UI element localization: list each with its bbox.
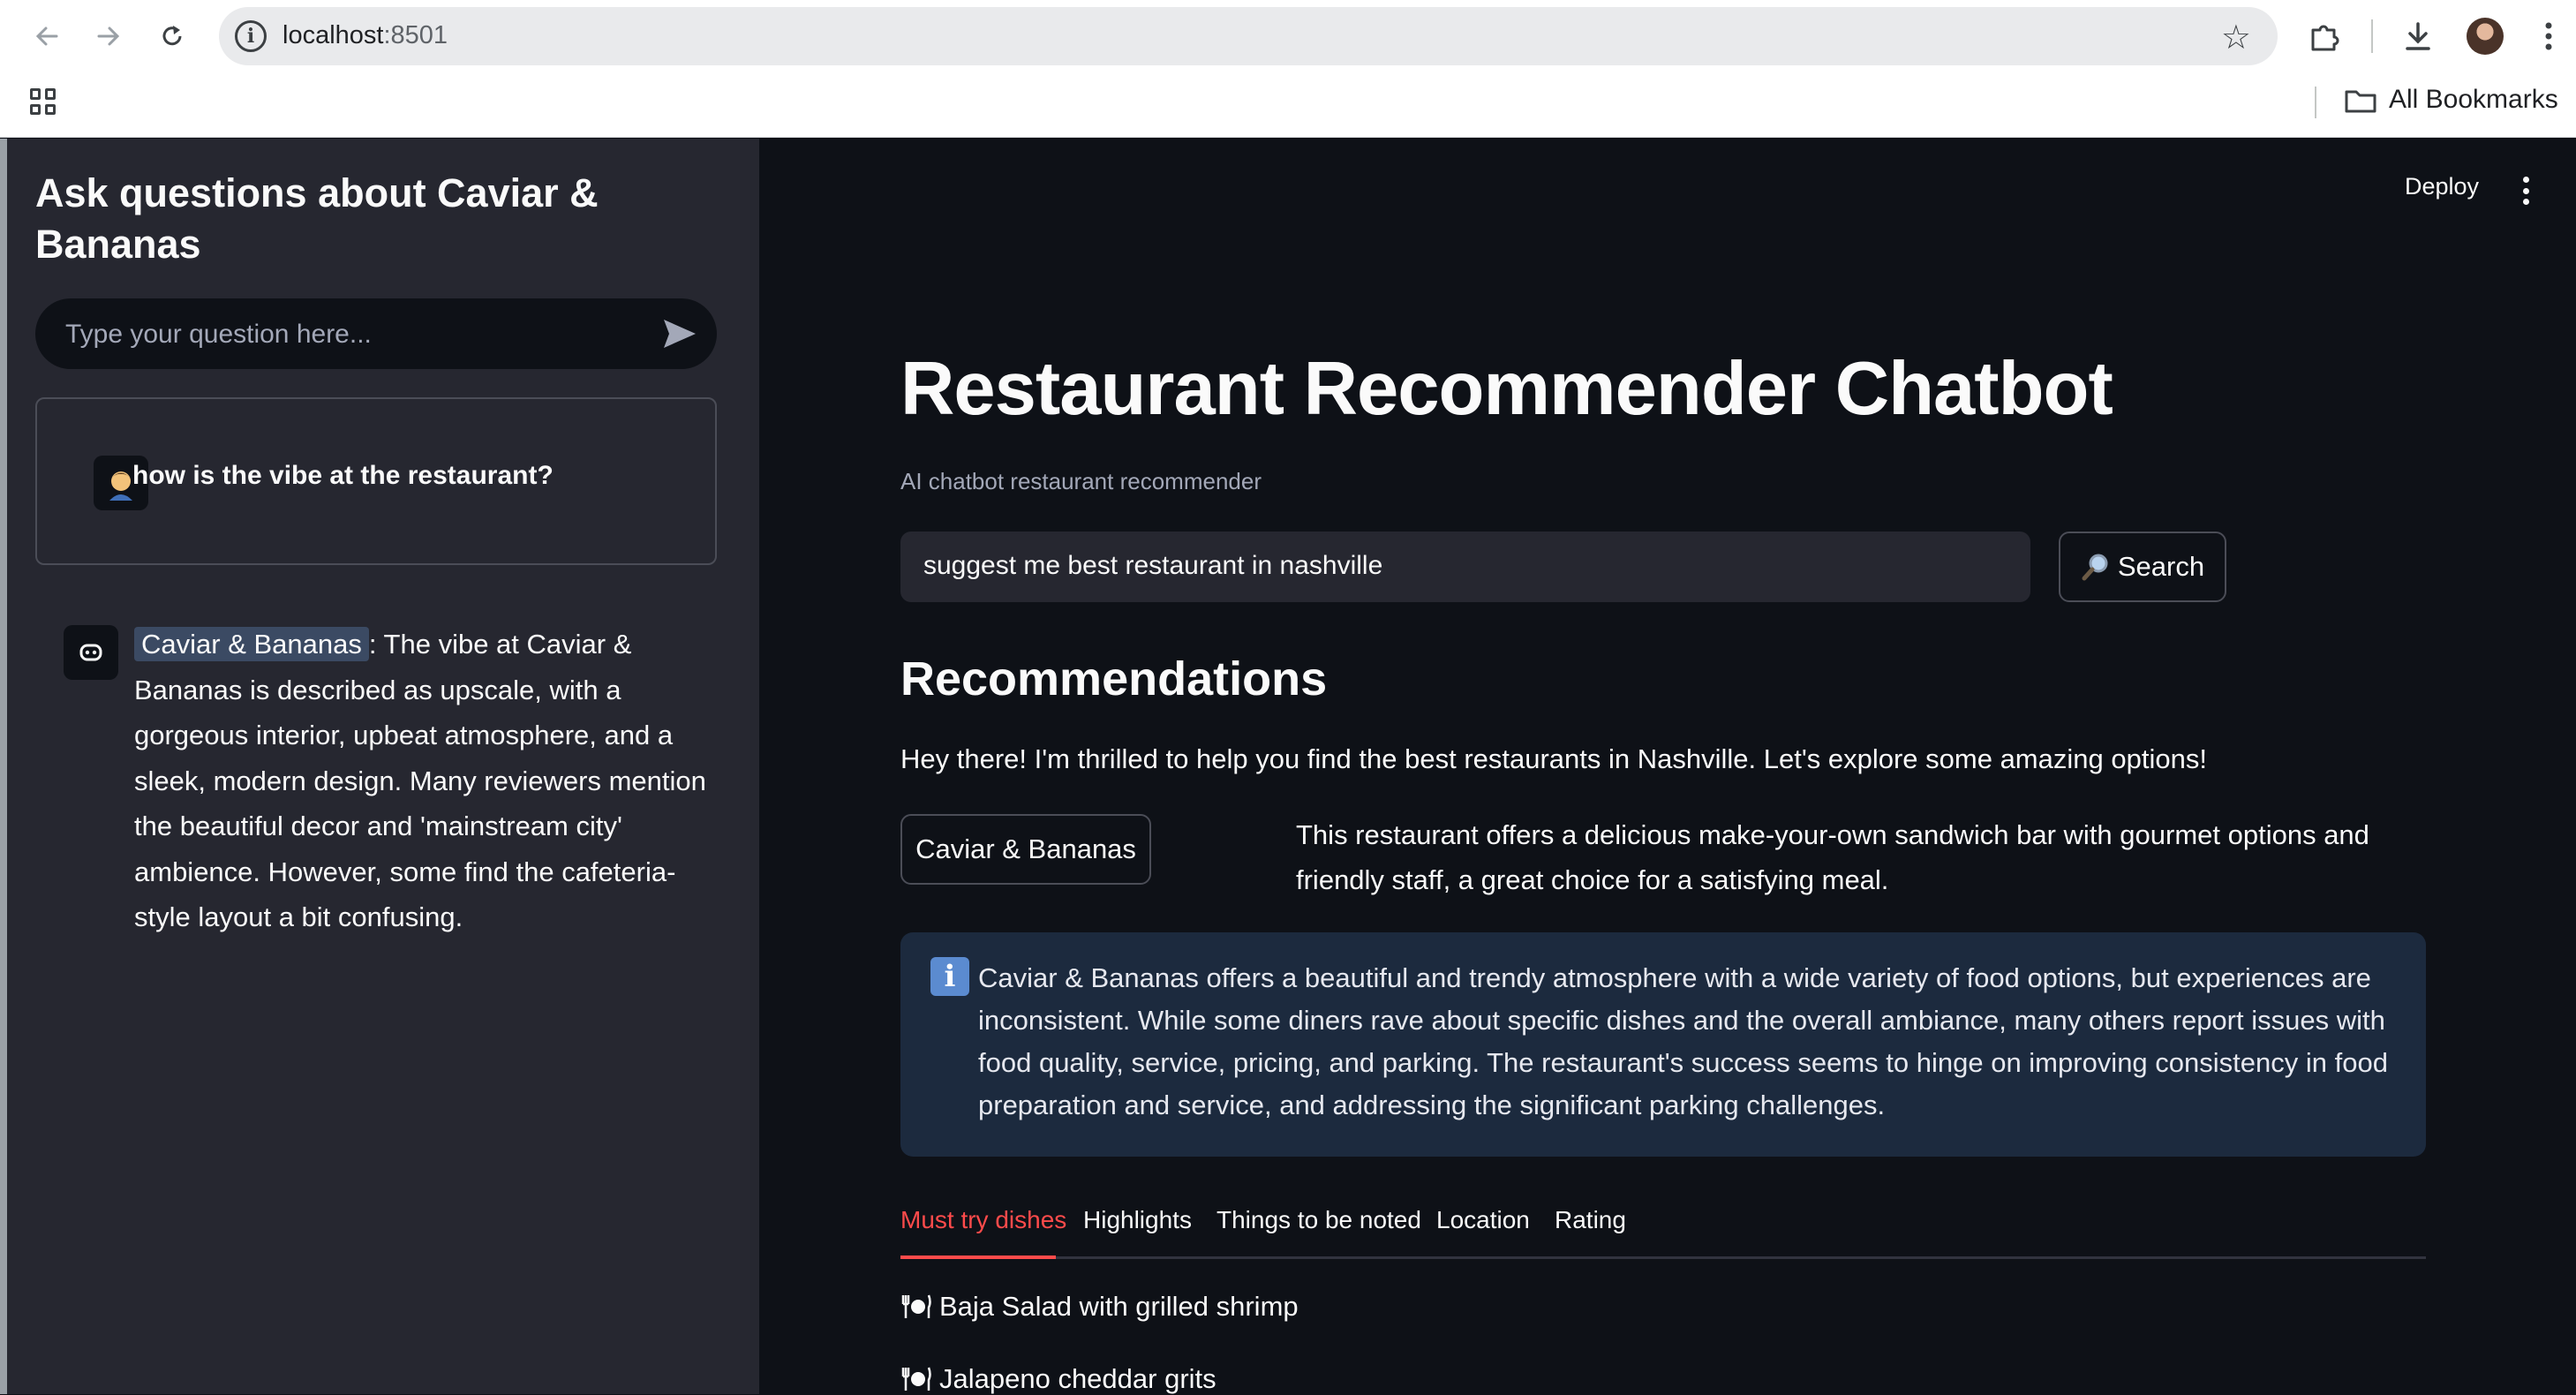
deploy-button[interactable]: Deploy bbox=[2405, 173, 2479, 200]
back-arrow-icon[interactable] bbox=[26, 16, 67, 57]
reload-icon[interactable] bbox=[152, 16, 192, 57]
bot-message-highlight: Caviar & Bananas bbox=[134, 627, 369, 661]
chat-input[interactable]: Type your question here... bbox=[35, 298, 717, 369]
recommendations-heading: Recommendations bbox=[900, 652, 1328, 705]
page-title: Restaurant Recommender Chatbot bbox=[900, 347, 2113, 431]
extensions-icon[interactable] bbox=[2302, 14, 2346, 58]
dish-name: Baja Salad with grilled shrimp bbox=[939, 1291, 1299, 1322]
window-edge bbox=[0, 139, 7, 1394]
apps-grid-icon[interactable] bbox=[30, 88, 56, 115]
tab-bar: Must try dishes Highlights Things to be … bbox=[900, 1204, 2426, 1259]
profile-avatar[interactable] bbox=[2467, 18, 2504, 55]
intro-text: Hey there! I'm thrilled to help you find… bbox=[900, 743, 2207, 774]
toolbar-separator bbox=[2371, 19, 2373, 53]
send-icon[interactable] bbox=[662, 318, 697, 350]
tab-must-try-dishes[interactable]: Must try dishes bbox=[900, 1206, 1066, 1234]
restaurant-button[interactable]: Caviar & Bananas bbox=[900, 814, 1151, 885]
bookmark-separator bbox=[2315, 87, 2316, 118]
star-icon[interactable]: ☆ bbox=[2221, 18, 2251, 57]
info-alert: i Caviar & Bananas offers a beautiful an… bbox=[900, 932, 2426, 1157]
bot-message: Caviar & Bananas: The vibe at Caviar & B… bbox=[134, 622, 726, 940]
search-input-value: suggest me best restaurant in nashville bbox=[923, 551, 1383, 580]
search-magnifier-icon bbox=[2082, 554, 2108, 581]
restaurant-description: This restaurant offers a delicious make-… bbox=[1296, 819, 2369, 895]
url-text: localhost:8501 bbox=[282, 21, 448, 49]
tab-highlights[interactable]: Highlights bbox=[1083, 1206, 1192, 1234]
forward-arrow-icon[interactable] bbox=[88, 16, 129, 57]
browser-toolbar: i localhost:8501 ☆ bbox=[0, 0, 2576, 72]
plate-icon bbox=[901, 1367, 931, 1391]
tab-location[interactable]: Location bbox=[1436, 1206, 1530, 1234]
sidebar-title: Ask questions about Caviar & Bananas bbox=[35, 170, 599, 267]
all-bookmarks-link[interactable]: All Bookmarks bbox=[2389, 85, 2558, 115]
main-menu-icon[interactable] bbox=[2521, 177, 2530, 205]
list-item: Jalapeno cheddar grits bbox=[900, 1363, 1216, 1395]
restaurant-button-label: Caviar & Bananas bbox=[915, 833, 1136, 864]
search-input[interactable]: suggest me best restaurant in nashville bbox=[900, 532, 2030, 602]
tab-rating[interactable]: Rating bbox=[1555, 1206, 1626, 1234]
browser-menu-icon[interactable] bbox=[2527, 14, 2571, 58]
search-button-label: Search bbox=[2117, 551, 2205, 582]
user-message-text: how is the vibe at the restaurant? bbox=[132, 461, 554, 490]
bot-avatar-icon bbox=[64, 625, 118, 680]
bot-message-text: : The vibe at Caviar & Bananas is descri… bbox=[134, 629, 706, 932]
list-item: Baja Salad with grilled shrimp bbox=[900, 1291, 1299, 1323]
dish-name: Jalapeno cheddar grits bbox=[939, 1363, 1216, 1394]
user-message: how is the vibe at the restaurant? bbox=[35, 397, 717, 565]
chat-input-placeholder: Type your question here... bbox=[65, 320, 372, 349]
plate-icon bbox=[901, 1294, 931, 1318]
info-icon: i bbox=[930, 957, 969, 996]
download-icon[interactable] bbox=[2396, 14, 2440, 58]
tab-things-to-be-noted[interactable]: Things to be noted bbox=[1216, 1206, 1421, 1234]
site-info-icon[interactable]: i bbox=[235, 20, 267, 52]
active-tab-indicator bbox=[900, 1256, 1056, 1259]
info-alert-text: Caviar & Bananas offers a beautiful and … bbox=[978, 962, 2388, 1120]
folder-icon bbox=[2345, 90, 2376, 113]
browser-chrome: i localhost:8501 ☆ All Bookmarks bbox=[0, 0, 2576, 138]
search-button[interactable]: Search bbox=[2059, 532, 2226, 602]
page-subtitle: AI chatbot restaurant recommender bbox=[900, 468, 1262, 494]
address-bar[interactable]: i localhost:8501 ☆ bbox=[219, 7, 2278, 65]
